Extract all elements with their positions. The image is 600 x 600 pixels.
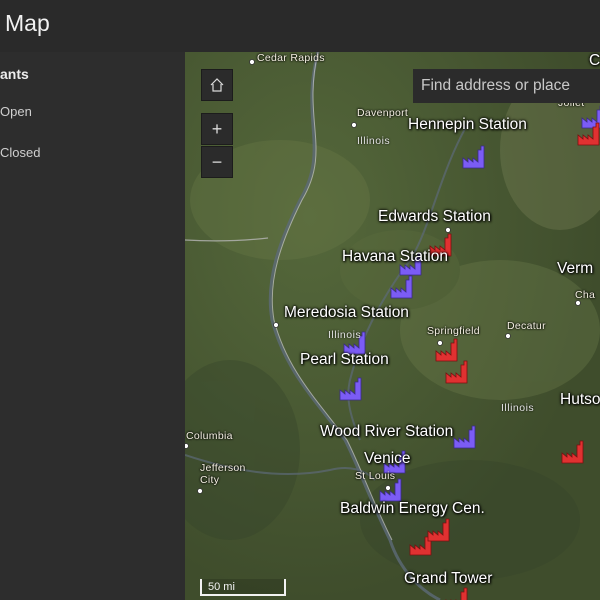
plant-marker-havana bbox=[390, 275, 413, 299]
plant-label-grand-tower[interactable]: Grand Tower bbox=[404, 570, 492, 588]
state-label-illinois-north: Illinois bbox=[357, 135, 391, 147]
zoom-in-button[interactable]: + bbox=[201, 113, 233, 145]
plant-label-hennepin[interactable]: Hennepin Station bbox=[408, 116, 527, 134]
scale-bar: 50 mi bbox=[200, 579, 286, 596]
plant-marker-pearl bbox=[339, 377, 362, 401]
home-button[interactable] bbox=[201, 69, 233, 101]
plant-label-wood-river[interactable]: Wood River Station bbox=[320, 423, 453, 441]
plant-marker-hutsonville bbox=[561, 440, 584, 464]
city-label-columbia: Columbia bbox=[186, 430, 233, 442]
legend-item-closed: Closed bbox=[0, 145, 41, 160]
plant-label-edwards[interactable]: Edwards Station bbox=[378, 208, 491, 226]
legend-item-open: Open bbox=[0, 104, 32, 119]
city-label-champaign: Cha bbox=[575, 289, 596, 301]
plant-label-venice[interactable]: Venice bbox=[364, 450, 411, 468]
plant-label-hutsonville[interactable]: Hutso bbox=[560, 391, 600, 409]
plant-marker-hennepin bbox=[462, 145, 485, 169]
plant-label-baldwin[interactable]: Baldwin Energy Cen. bbox=[340, 500, 485, 518]
plant-marker-venice-2 bbox=[379, 478, 402, 502]
plant-marker-wood-river bbox=[453, 425, 476, 449]
city-label-decatur: Decatur bbox=[507, 320, 546, 332]
legend-title: ants bbox=[0, 66, 29, 82]
city-label-davenport: Davenport bbox=[357, 107, 409, 119]
plant-marker-springfield-2 bbox=[445, 360, 468, 384]
zoom-out-button[interactable]: − bbox=[201, 146, 233, 178]
city-label-cedar-rapids: Cedar Rapids bbox=[257, 52, 325, 64]
plant-label-vermilion[interactable]: Verm bbox=[557, 260, 593, 278]
map-view[interactable]: Cedar Rapids Davenport Illinois Joliet S… bbox=[185, 52, 600, 600]
app-title: Map bbox=[5, 10, 50, 36]
plant-label-havana[interactable]: Havana Station bbox=[342, 248, 448, 266]
title-bar: Map bbox=[0, 0, 600, 53]
plant-label-meredosia[interactable]: Meredosia Station bbox=[284, 304, 409, 322]
state-label-illinois-east: Illinois bbox=[501, 402, 535, 414]
plant-label-pearl[interactable]: Pearl Station bbox=[300, 351, 389, 369]
plant-label-corner[interactable]: C bbox=[589, 52, 600, 70]
city-label-jefferson-city: Jefferson City bbox=[200, 462, 246, 486]
city-label-st-louis: St Louis bbox=[355, 470, 396, 482]
home-icon bbox=[210, 78, 224, 92]
city-label-springfield: Springfield bbox=[427, 325, 480, 337]
search-input[interactable]: Find address or place bbox=[413, 69, 600, 103]
legend-panel: ants Open Closed bbox=[0, 52, 185, 600]
plant-marker-grand-tower bbox=[445, 587, 468, 600]
state-label-illinois-mid: Illinois bbox=[328, 329, 362, 341]
plant-marker-springfield-1 bbox=[435, 338, 458, 362]
plant-marker-baldwin-2 bbox=[427, 518, 450, 542]
